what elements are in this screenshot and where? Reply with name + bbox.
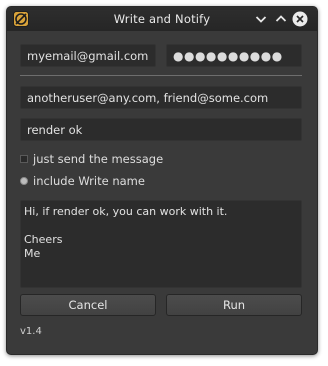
subject-field[interactable]: render ok — [20, 118, 302, 141]
just-send-checkbox[interactable] — [20, 155, 28, 163]
maximize-icon[interactable] — [273, 11, 289, 27]
write-and-notify-window: Write and Notify myemail@gmail.com ●●●●●… — [6, 6, 318, 355]
recipients-field[interactable]: anotheruser@any.com, friend@some.com — [20, 86, 302, 109]
message-line — [24, 219, 298, 233]
password-field[interactable]: ●●●●●●●●●● — [166, 44, 302, 67]
include-name-radio[interactable] — [20, 177, 28, 185]
just-send-label: just send the message — [33, 152, 164, 166]
title-bar[interactable]: Write and Notify — [7, 7, 317, 31]
separator — [20, 75, 302, 76]
cancel-button[interactable]: Cancel — [20, 294, 156, 316]
minimize-icon[interactable] — [253, 11, 269, 27]
include-name-label: include Write name — [33, 174, 145, 188]
close-icon[interactable] — [292, 11, 308, 27]
message-textarea[interactable]: Hi, if render ok, you can work with it. … — [20, 200, 302, 288]
message-line: Hi, if render ok, you can work with it. — [24, 205, 228, 218]
run-button[interactable]: Run — [166, 294, 302, 316]
message-line: Cheers — [24, 233, 63, 246]
message-line: Me — [24, 247, 41, 260]
email-field[interactable]: myemail@gmail.com — [20, 44, 156, 67]
version-label: v1.4 — [20, 326, 42, 337]
window-title: Write and Notify — [113, 12, 211, 26]
